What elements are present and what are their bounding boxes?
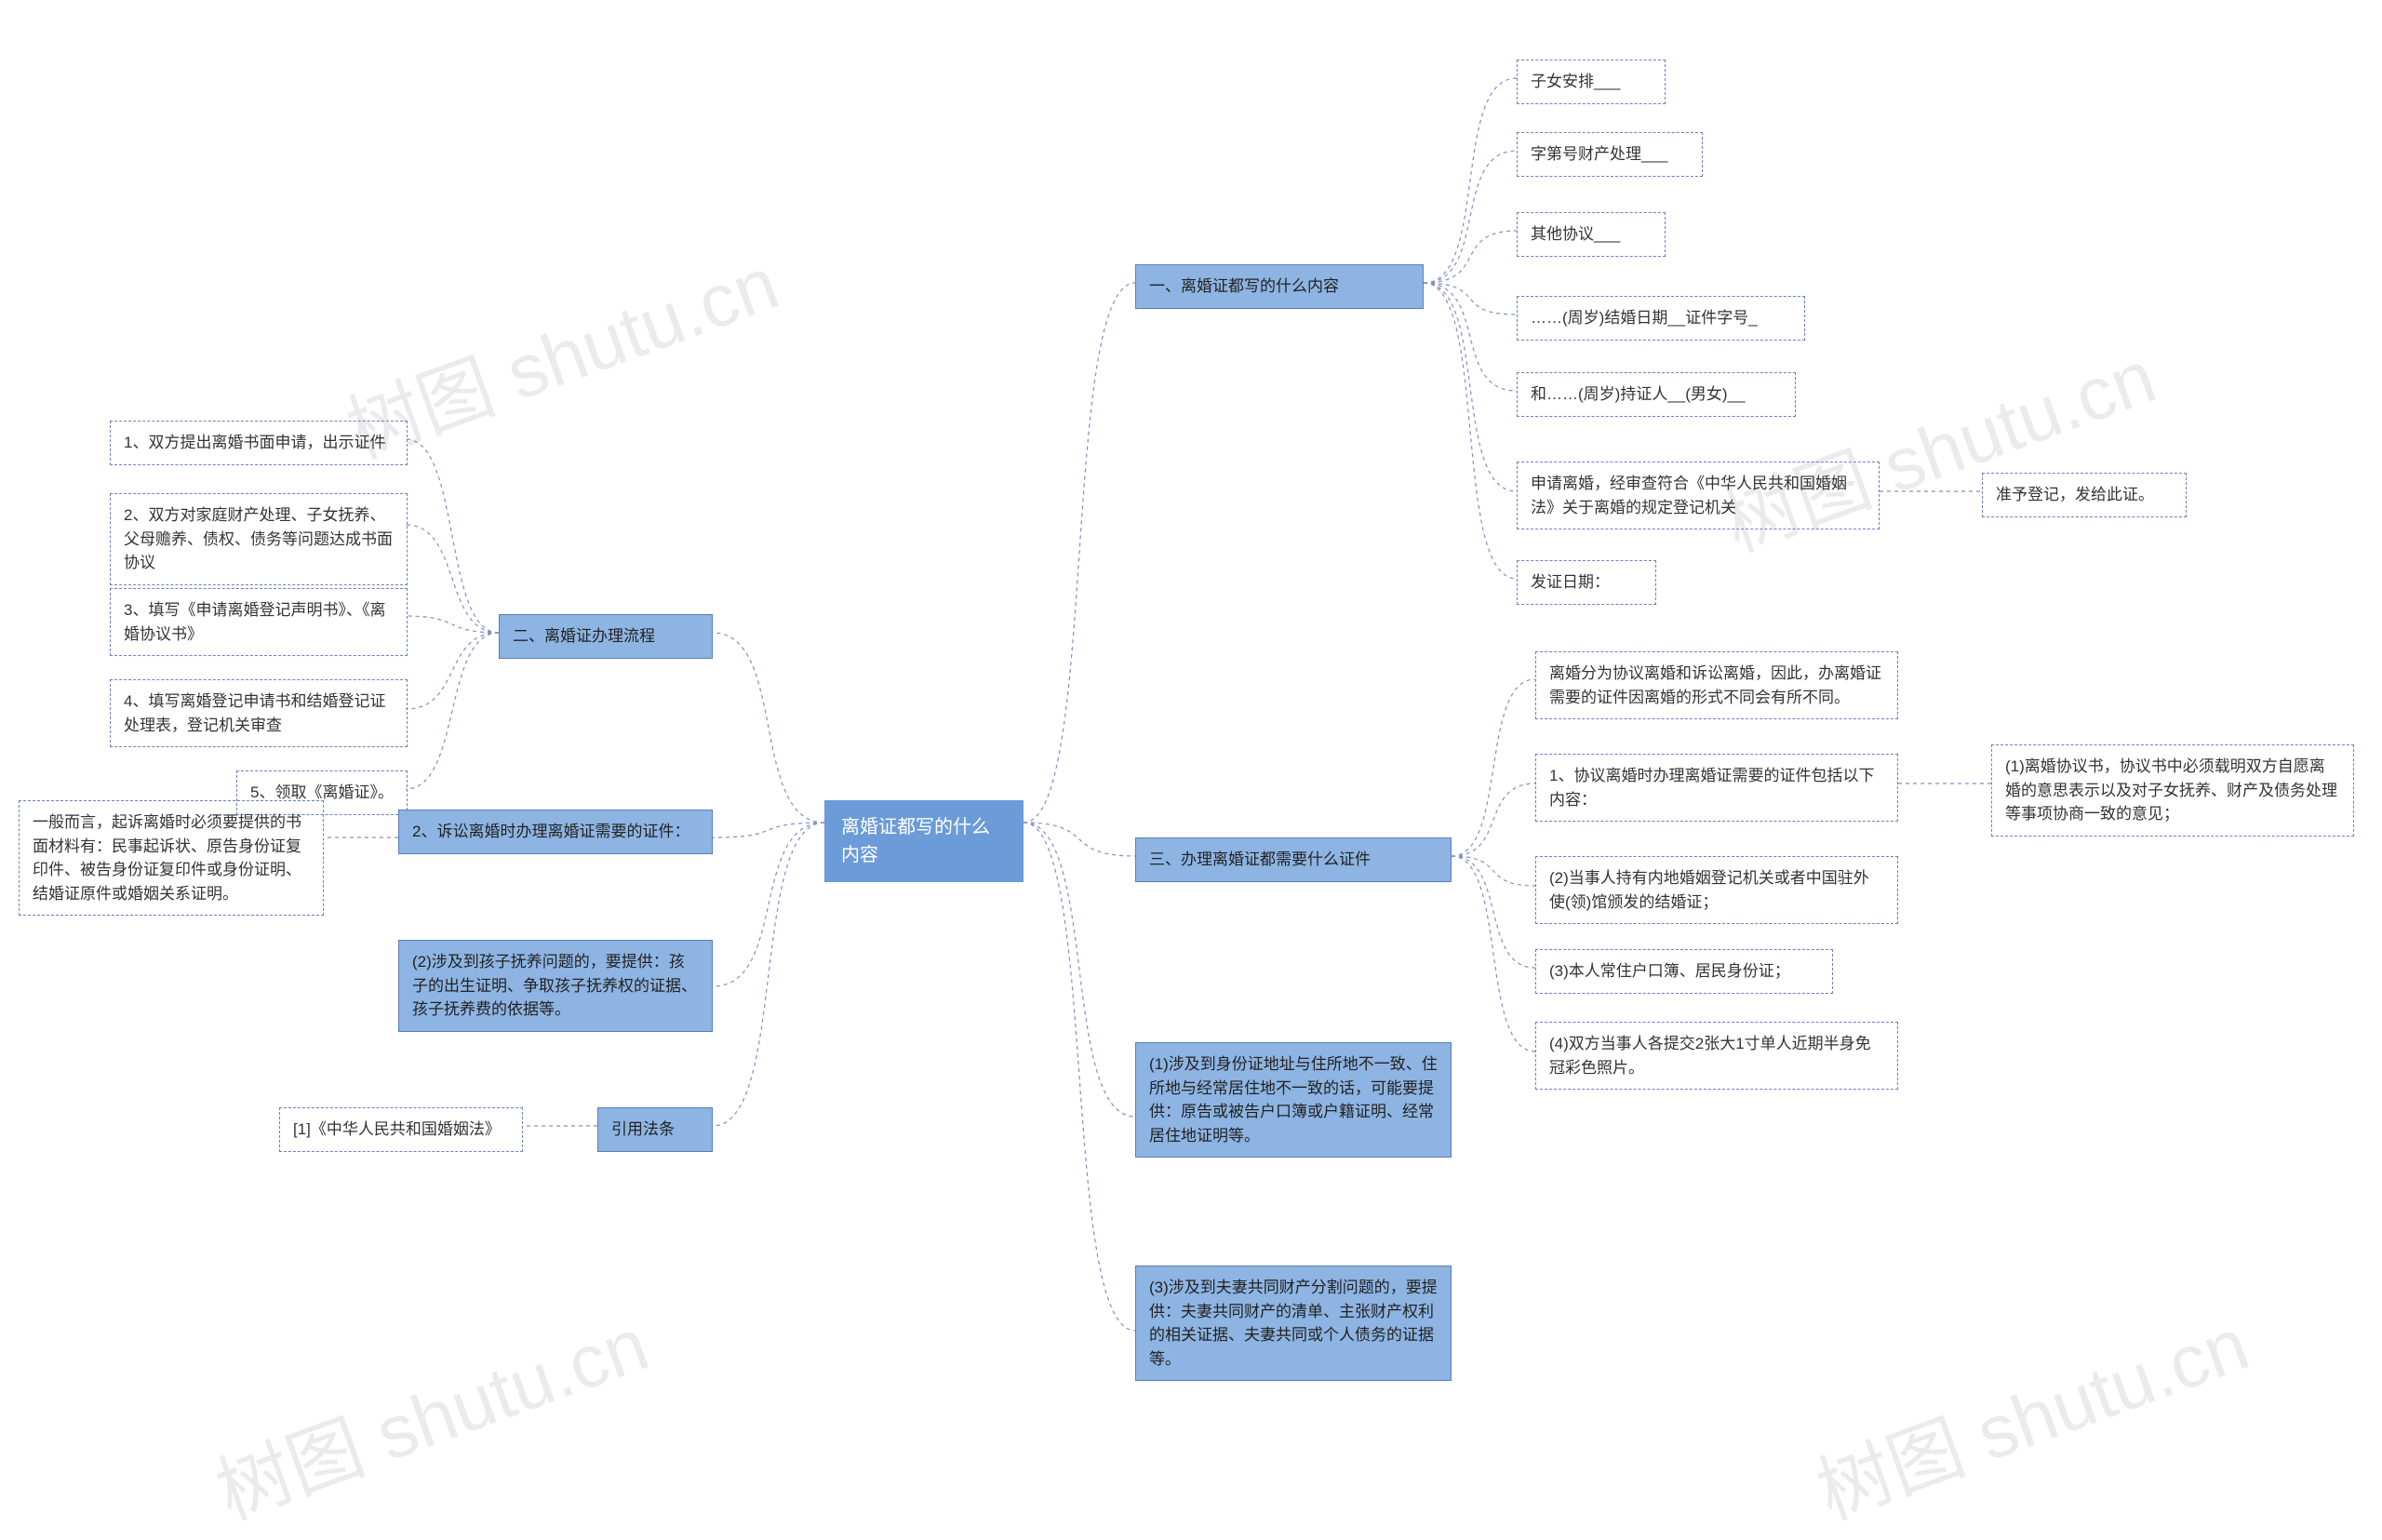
b2-item-0: 1、双方提出离婚书面申请，出示证件	[110, 421, 408, 465]
branch-b1: 一、离婚证都写的什么内容	[1135, 264, 1424, 309]
rchild2: (3)涉及到夫妻共同财产分割问题的，要提供：夫妻共同财产的清单、主张财产权利的相…	[1135, 1265, 1452, 1381]
b3-item4: (4)双方当事人各提交2张大1寸单人近期半身免冠彩色照片。	[1535, 1022, 1898, 1090]
b1-item-5: 申请离婚，经审查符合《中华人民共和国婚姻法》关于离婚的规定登记机关	[1517, 462, 1880, 529]
rchild1: (1)涉及到身份证地址与住所地不一致、住所地与经常居住地不一致的话，可能要提供：…	[1135, 1042, 1452, 1158]
branch-b3: 三、办理离婚证都需要什么证件	[1135, 837, 1452, 882]
b2-item-1: 2、双方对家庭财产处理、子女抚养、父母赡养、债权、债务等问题达成书面协议	[110, 493, 408, 585]
b4-sub: 一般而言，起诉离婚时必须要提供的书面材料有：民事起诉状、原告身份证复印件、被告身…	[19, 800, 324, 916]
b3-item1: 1、协议离婚时办理离婚证需要的证件包括以下内容：	[1535, 754, 1898, 822]
watermark: 树图 shutu.cn	[1707, 317, 2168, 573]
b1-item-3: ……(周岁)结婚日期__证件字号_	[1517, 296, 1805, 341]
b1-item-4: 和……(周岁)持证人__(男女)__	[1517, 372, 1796, 417]
branch-b6: 引用法条	[597, 1107, 713, 1152]
b1-sub6: 准予登记，发给此证。	[1982, 473, 2187, 517]
b1-item-6: 发证日期：	[1517, 560, 1656, 605]
branch-b5: (2)涉及到孩子抚养问题的，要提供：孩子的出生证明、争取孩子抚养权的证据、孩子抚…	[398, 940, 713, 1032]
b1-item-0: 子女安排___	[1517, 60, 1666, 104]
b2-item-2: 3、填写《申请离婚登记声明书》、《离婚协议书》	[110, 588, 408, 656]
b1-item-1: 字第号财产处理___	[1517, 132, 1703, 177]
b3-item3: (3)本人常住户口簿、居民身份证；	[1535, 949, 1833, 994]
branch-b4: 2、诉讼离婚时办理离婚证需要的证件：	[398, 810, 713, 854]
branch-b2: 二、离婚证办理流程	[499, 614, 713, 659]
root-node: 离婚证都写的什么内容	[824, 800, 1024, 882]
b6-sub: [1]《中华人民共和国婚姻法》	[279, 1107, 523, 1152]
b3-item1sub: (1)离婚协议书，协议书中必须载明双方自愿离婚的意思表示以及对子女抚养、财产及债…	[1991, 744, 2354, 837]
b3-item2: (2)当事人持有内地婚姻登记机关或者中国驻外使(领)馆颁发的结婚证；	[1535, 856, 1898, 924]
b3-intro: 离婚分为协议离婚和诉讼离婚，因此，办离婚证需要的证件因离婚的形式不同会有所不同。	[1535, 651, 1898, 719]
b2-item-3: 4、填写离婚登记申请书和结婚登记证处理表，登记机关审查	[110, 679, 408, 747]
watermark: 树图 shutu.cn	[200, 1285, 661, 1540]
watermark: 树图 shutu.cn	[1800, 1285, 2261, 1540]
b1-item-2: 其他协议___	[1517, 212, 1666, 257]
